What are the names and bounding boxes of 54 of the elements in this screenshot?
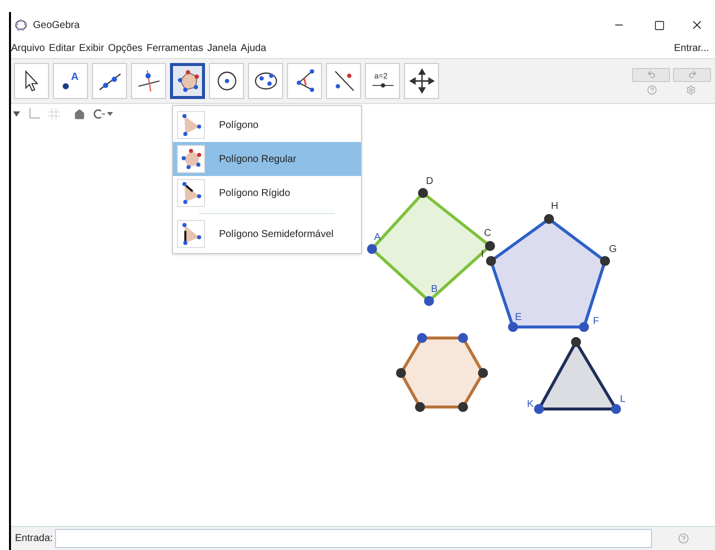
- point-capture-icon[interactable]: [93, 109, 115, 119]
- menu-item[interactable]: Ajuda: [240, 40, 266, 56]
- point-dot[interactable]: [478, 368, 488, 378]
- point-dot[interactable]: [486, 256, 496, 266]
- logo-icon: [14, 18, 28, 32]
- point-label: D: [426, 176, 434, 187]
- point-dot[interactable]: [418, 188, 428, 198]
- point-dot[interactable]: [508, 322, 518, 332]
- dropdown-item[interactable]: Polígono: [173, 108, 361, 142]
- point-dot[interactable]: [571, 337, 581, 347]
- window-title: GeoGebra: [33, 18, 80, 32]
- point-dot[interactable]: [415, 402, 425, 412]
- caret-icon[interactable]: [13, 111, 20, 117]
- point-dot[interactable]: [485, 241, 495, 251]
- point-dot[interactable]: [367, 244, 377, 254]
- dropdown-item[interactable]: Polígono Regular: [173, 142, 361, 176]
- maximize-icon: [654, 20, 664, 30]
- point-dot[interactable]: [544, 214, 554, 224]
- redo-icon: [688, 70, 696, 79]
- menu-item[interactable]: Janela: [207, 40, 237, 56]
- point-dot[interactable]: [424, 296, 434, 306]
- point-dot[interactable]: [396, 368, 406, 378]
- tool-button[interactable]: [170, 63, 205, 99]
- point-dot[interactable]: [611, 404, 621, 414]
- menu-item[interactable]: Ferramentas: [146, 40, 204, 56]
- point-label: A: [374, 232, 381, 243]
- undo-icon: [646, 70, 656, 79]
- point-label: C: [484, 228, 492, 239]
- input-label: Entrada:: [15, 532, 53, 546]
- point-dot[interactable]: [534, 404, 544, 414]
- dropdown-item[interactable]: Polígono Rígido: [173, 176, 361, 210]
- menu-item[interactable]: Editar: [48, 40, 76, 56]
- menu-item[interactable]: Opções: [108, 40, 143, 56]
- point-label: H: [551, 201, 558, 212]
- point-dot[interactable]: [417, 333, 427, 343]
- menu-item[interactable]: Exibir: [79, 40, 104, 56]
- point-label: E: [515, 312, 522, 323]
- point-label: G: [609, 244, 617, 255]
- point-label: F: [593, 316, 600, 327]
- dropdown-item[interactable]: Polígono Semideformável: [173, 217, 361, 251]
- point-dot[interactable]: [458, 402, 468, 412]
- close-icon: [690, 18, 704, 32]
- move-tool-icon: [408, 67, 436, 95]
- point-label: K: [527, 399, 534, 410]
- input-field[interactable]: [54, 529, 652, 548]
- point-dot[interactable]: [579, 322, 589, 332]
- point-dot[interactable]: [458, 333, 468, 343]
- point-dot[interactable]: [600, 256, 610, 266]
- home-icon[interactable]: [74, 108, 85, 120]
- menu-item[interactable]: Arquivo: [11, 40, 45, 56]
- sign-in-link[interactable]: Entrar...: [674, 40, 709, 56]
- point-label: L: [620, 394, 626, 405]
- point-label: I: [481, 249, 484, 260]
- point-label: B: [431, 284, 438, 295]
